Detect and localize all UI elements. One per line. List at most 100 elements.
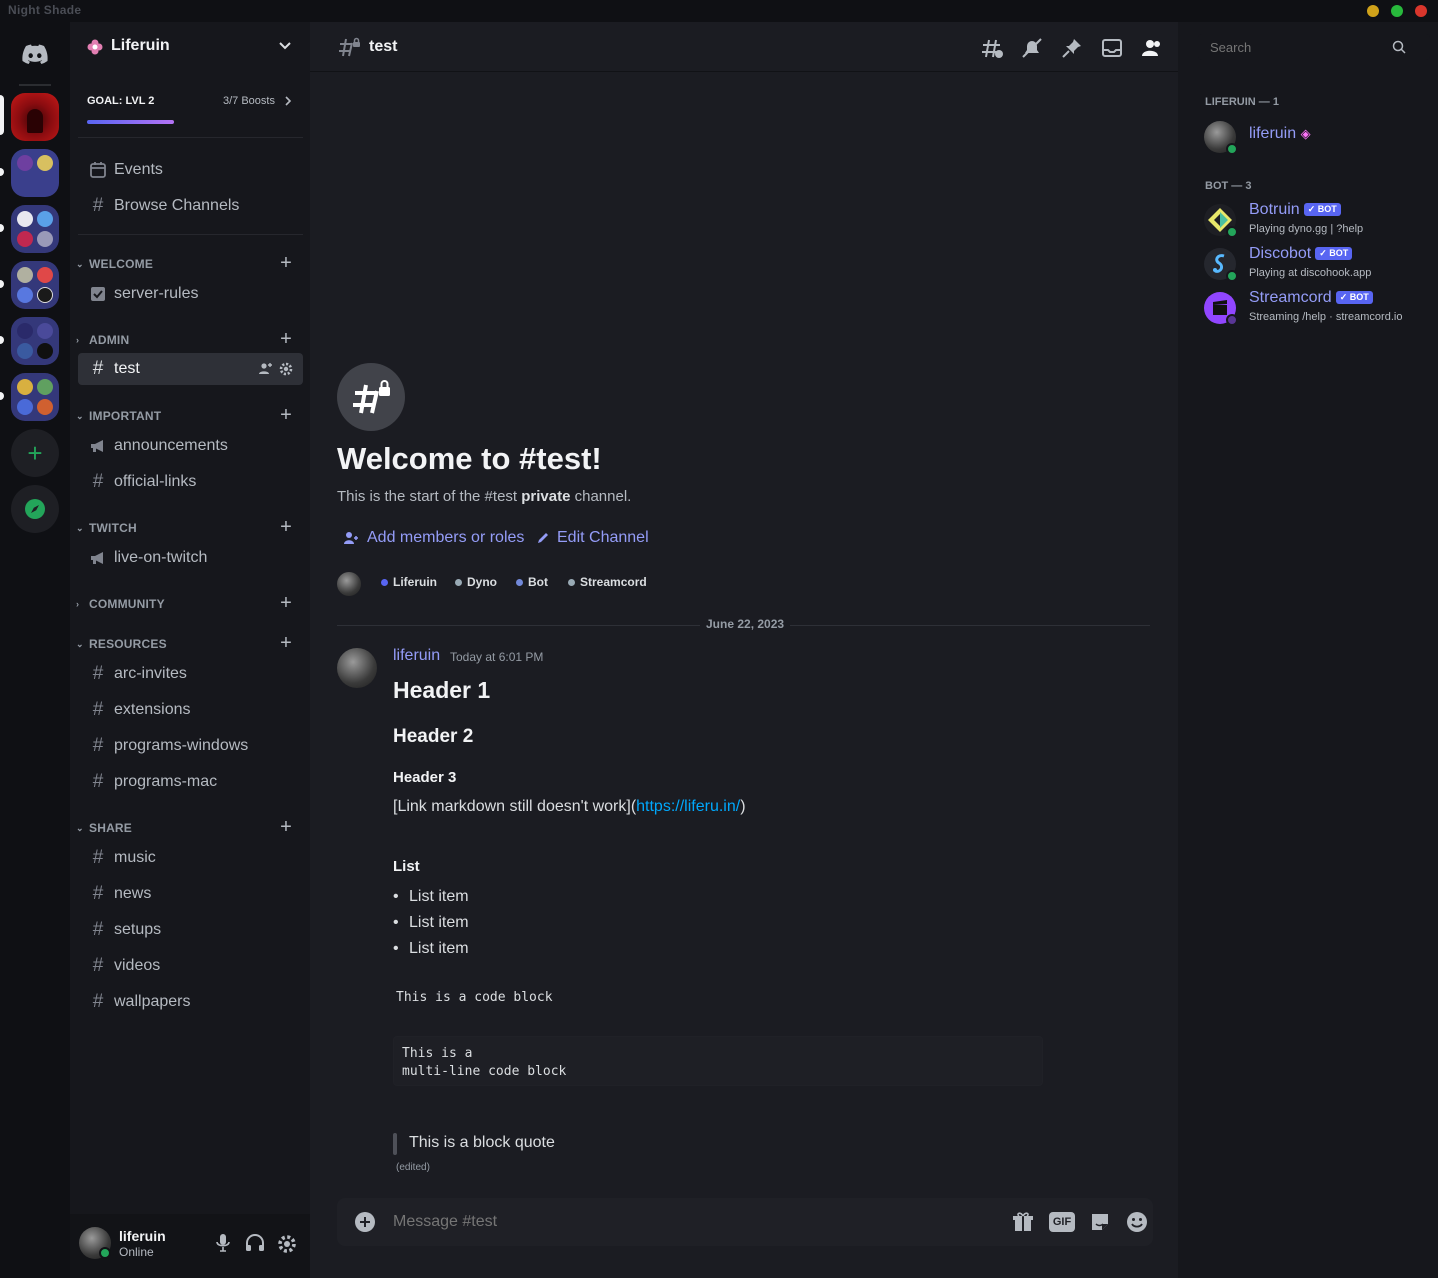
events-label: Events	[114, 161, 163, 178]
browse-label: Browse Channels	[114, 197, 240, 214]
create-channel-icon[interactable]: +	[280, 632, 292, 655]
message-link[interactable]: https://liferu.in/	[636, 798, 740, 815]
member-item-discobot[interactable]: Discobot ✓ BOT Playing at discohook.app	[1204, 245, 1424, 288]
bot-badge-label: BOT	[1329, 248, 1349, 258]
hash-icon: #	[92, 883, 104, 904]
category-admin[interactable]: › ADMIN +	[76, 328, 304, 351]
member-list-icon[interactable]	[1140, 36, 1164, 60]
headphones-icon[interactable]	[245, 1234, 265, 1252]
close-button[interactable]	[1415, 5, 1427, 17]
create-channel-icon[interactable]: +	[280, 252, 292, 275]
threads-icon[interactable]	[980, 36, 1004, 60]
create-channel-icon[interactable]: +	[280, 516, 292, 539]
category-name: COMMUNITY	[89, 597, 165, 611]
explore-button[interactable]	[11, 485, 59, 533]
message-timestamp: Today at 6:01 PM	[450, 650, 544, 664]
minimize-button[interactable]	[1367, 5, 1379, 17]
server-folder-5[interactable]	[11, 373, 59, 421]
chevron-down-icon: ⌄	[76, 522, 84, 533]
user-panel: liferuin Online	[70, 1214, 310, 1278]
channel-announcements[interactable]: announcements	[78, 430, 303, 462]
locked-hash-icon	[353, 380, 390, 414]
server-folder-1[interactable]	[11, 149, 59, 197]
channel-live-on-twitch[interactable]: live-on-twitch	[78, 542, 303, 574]
mute-bell-icon[interactable]	[1020, 36, 1044, 60]
channel-name: test	[114, 360, 140, 377]
gif-button[interactable]: GIF	[1049, 1212, 1075, 1232]
events-link[interactable]: Events	[78, 154, 303, 186]
inbox-icon[interactable]	[1100, 36, 1124, 60]
invite-icon[interactable]	[258, 362, 272, 376]
category-resources[interactable]: ⌄ RESOURCES +	[76, 632, 304, 655]
channel-programs-windows[interactable]: # programs-windows	[78, 730, 303, 762]
search-box[interactable]	[1198, 34, 1430, 60]
category-welcome[interactable]: ⌄ WELCOME +	[76, 252, 304, 275]
server-folder-3[interactable]	[11, 261, 59, 309]
channel-header: test	[310, 22, 1178, 72]
message-author[interactable]: liferuin	[393, 647, 440, 665]
search-input[interactable]	[1210, 38, 1380, 56]
chevron-right-icon	[285, 96, 292, 106]
channel-wallpapers[interactable]: # wallpapers	[78, 986, 303, 1018]
channel-server-rules[interactable]: server-rules	[78, 278, 303, 310]
home-button[interactable]	[11, 30, 59, 78]
sticker-icon[interactable]	[1089, 1211, 1111, 1233]
add-server-button[interactable]: +	[11, 429, 59, 477]
channel-name: extensions	[114, 701, 191, 718]
rules-icon	[91, 287, 105, 301]
hash-icon: #	[92, 663, 104, 684]
channel-official-links[interactable]: # official-links	[78, 466, 303, 498]
category-name: IMPORTANT	[89, 409, 162, 423]
channel-news[interactable]: # news	[78, 878, 303, 910]
channel-programs-mac[interactable]: # programs-mac	[78, 766, 303, 798]
category-community[interactable]: › COMMUNITY +	[76, 592, 304, 615]
boost-count: 3/7 Boosts	[223, 95, 275, 107]
attach-plus-icon[interactable]	[354, 1211, 376, 1233]
chevron-right-icon: ›	[76, 335, 80, 345]
category-twitch[interactable]: ⌄ TWITCH +	[76, 516, 304, 539]
quote-bar	[393, 1133, 397, 1155]
welcome-desc-prefix: This is the start of the #test	[337, 488, 522, 505]
settings-gear-icon[interactable]	[277, 1234, 297, 1254]
member-name-text: Botruin	[1249, 201, 1300, 218]
create-channel-icon[interactable]: +	[280, 328, 292, 351]
channel-test[interactable]: # test	[78, 353, 303, 385]
boost-goal[interactable]: GOAL: LVL 2 3/7 Boosts	[78, 78, 303, 138]
message-input[interactable]	[393, 1210, 953, 1234]
bot-badge: ✓ BOT	[1315, 247, 1353, 260]
rail-divider	[19, 84, 51, 86]
maximize-button[interactable]	[1391, 5, 1403, 17]
create-channel-icon[interactable]: +	[280, 404, 292, 427]
member-item-streamcord[interactable]: Streamcord ✓ BOT Streaming /help · stream…	[1204, 289, 1424, 332]
member-item-liferuin[interactable]: liferuin ◈	[1204, 121, 1424, 161]
channel-arc-invites[interactable]: # arc-invites	[78, 658, 303, 690]
server-icon-liferuin[interactable]	[11, 93, 59, 141]
channel-setups[interactable]: # setups	[78, 914, 303, 946]
message-avatar[interactable]	[337, 648, 377, 688]
member-item-botruin[interactable]: Botruin ✓ BOT Playing dyno.gg | ?help	[1204, 201, 1424, 244]
server-folder-4[interactable]	[11, 317, 59, 365]
emoji-icon[interactable]	[1126, 1211, 1148, 1233]
browse-channels-link[interactable]: # Browse Channels	[78, 190, 303, 222]
server-header[interactable]: Liferuin	[70, 22, 310, 72]
gift-icon[interactable]	[1012, 1211, 1034, 1233]
category-share[interactable]: ⌄ SHARE +	[76, 816, 304, 839]
bot-badge-label: BOT	[1317, 204, 1337, 214]
channel-music[interactable]: # music	[78, 842, 303, 874]
microphone-icon[interactable]	[215, 1233, 231, 1253]
server-folder-2[interactable]	[11, 205, 59, 253]
boost-gem-icon: ◈	[1300, 126, 1311, 141]
channel-videos[interactable]: # videos	[78, 950, 303, 982]
hash-icon: #	[92, 847, 104, 868]
code-line: This is a	[402, 1046, 473, 1061]
gear-icon[interactable]	[279, 362, 293, 376]
edit-channel-button[interactable]: Edit Channel	[536, 529, 649, 547]
category-important[interactable]: ⌄ IMPORTANT +	[76, 404, 304, 427]
create-channel-icon[interactable]: +	[280, 592, 292, 615]
welcome-desc-suffix: channel.	[570, 488, 632, 505]
create-channel-icon[interactable]: +	[280, 816, 292, 839]
pin-icon[interactable]	[1060, 36, 1084, 60]
online-status-dot	[1226, 143, 1238, 155]
add-members-button[interactable]: Add members or roles	[343, 529, 524, 547]
channel-extensions[interactable]: # extensions	[78, 694, 303, 726]
